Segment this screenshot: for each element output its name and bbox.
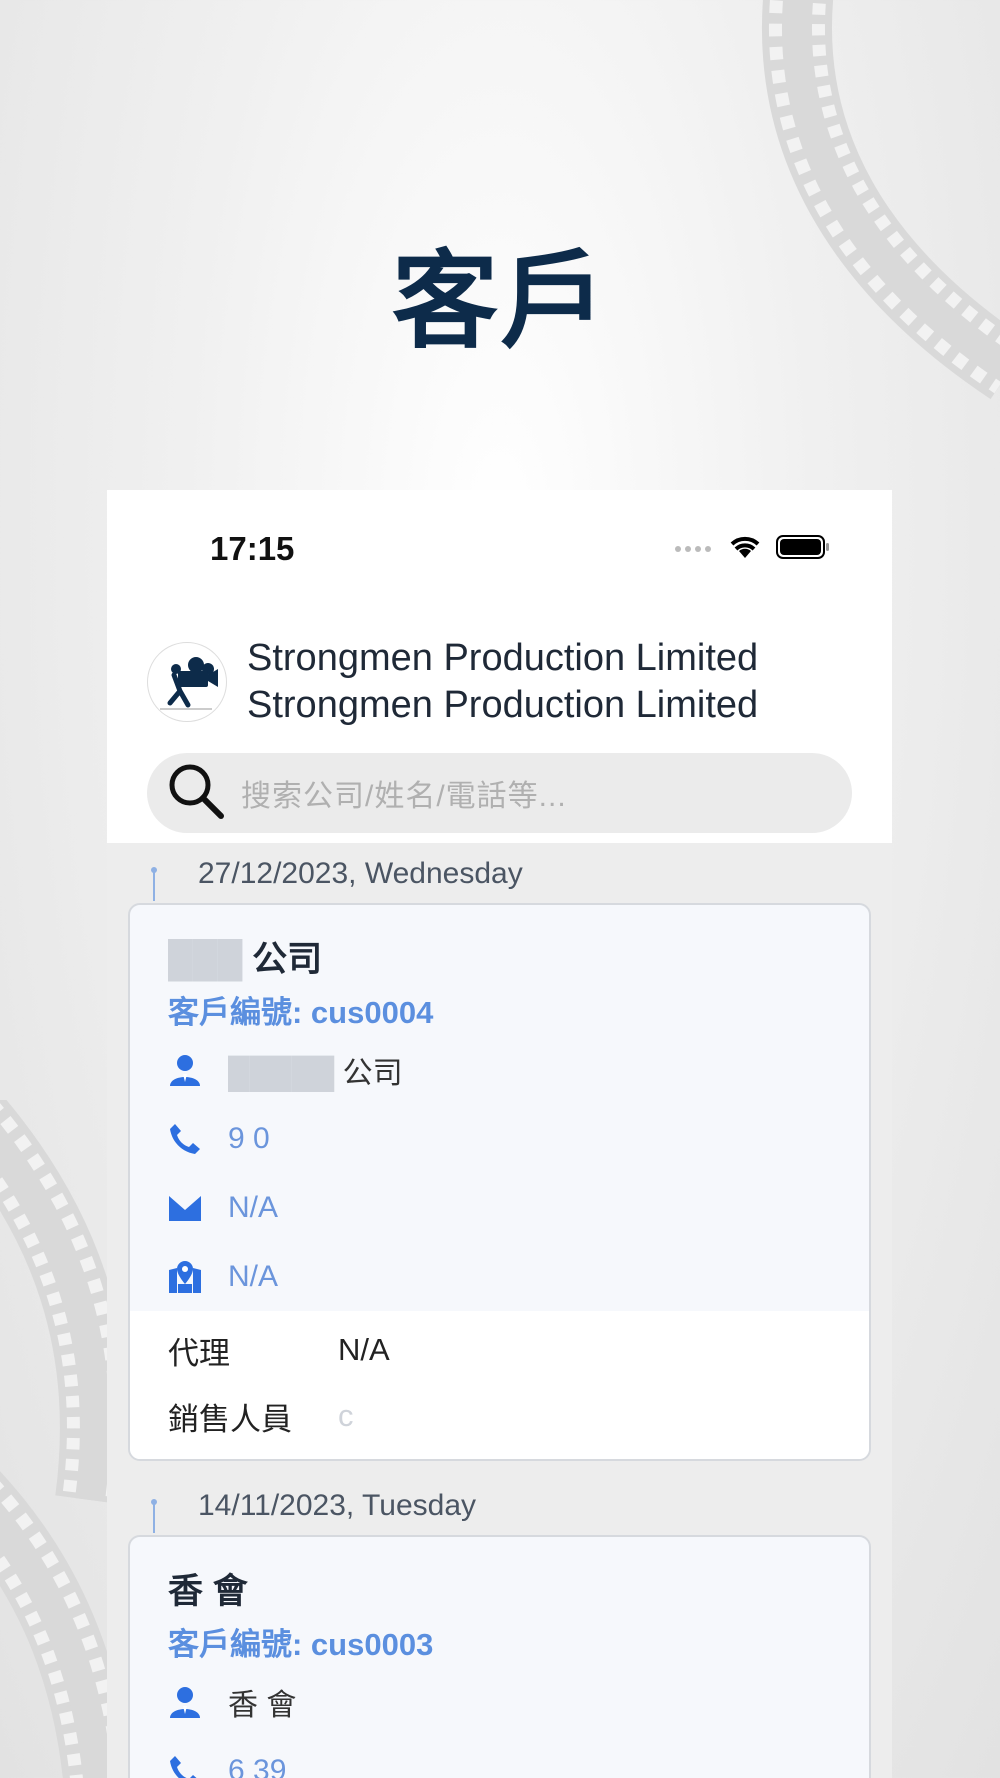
agent-value: N/A bbox=[338, 1332, 390, 1367]
mail-icon bbox=[168, 1191, 202, 1225]
person-icon bbox=[168, 1053, 202, 1087]
customer-card[interactable]: 香 會 客戶編號: cus0003 香 會 6 39 bbox=[128, 1535, 871, 1778]
person-icon bbox=[168, 1685, 202, 1719]
phone-icon bbox=[168, 1754, 202, 1778]
sales-value: c bbox=[338, 1398, 354, 1433]
film-strip-decoration-bottom-left bbox=[0, 1100, 120, 1778]
email-value[interactable]: N/A bbox=[228, 1191, 278, 1225]
status-bar-icons bbox=[674, 534, 830, 565]
wifi-icon bbox=[728, 534, 762, 565]
phone-number[interactable]: 6 39 bbox=[228, 1754, 286, 1778]
phone-number[interactable]: 9 0 bbox=[228, 1122, 270, 1156]
date-header: 27/12/2023, Wednesday bbox=[107, 843, 892, 903]
address-value[interactable]: N/A bbox=[228, 1260, 278, 1294]
phone-icon bbox=[168, 1122, 202, 1156]
status-bar-time: 17:15 bbox=[210, 530, 295, 567]
signal-icon bbox=[674, 541, 714, 559]
app-header: 17:15 Strongmen Production Limited Stron… bbox=[107, 490, 892, 843]
contact-row: █████ 公司 bbox=[168, 1035, 869, 1104]
map-pin-icon bbox=[168, 1260, 202, 1294]
phone-row[interactable]: 9 0 bbox=[168, 1104, 869, 1173]
sales-label: 銷售人員 bbox=[168, 1401, 292, 1437]
phone-screenshot: 17:15 Strongmen Production Limited Stron… bbox=[107, 490, 892, 1778]
company-logo-avatar[interactable] bbox=[147, 642, 227, 722]
agent-label: 代理 bbox=[168, 1335, 230, 1371]
page-title: 客戶 bbox=[392, 240, 608, 363]
email-row[interactable]: N/A bbox=[168, 1173, 869, 1242]
customer-id: 客戶編號: cus0004 bbox=[168, 995, 434, 1030]
company-name-secondary: Strongmen Production Limited bbox=[247, 684, 759, 726]
customer-card[interactable]: ███ 公司 客戶編號: cus0004 █████ 公司 9 0 N/A N/… bbox=[128, 903, 871, 1461]
camera-man-logo-icon bbox=[160, 657, 218, 710]
search-input-placeholder[interactable]: 搜索公司/姓名/電話等... bbox=[241, 771, 567, 815]
date-header: 14/11/2023, Tuesday bbox=[107, 1475, 892, 1535]
contact-name: 香 會 bbox=[228, 1688, 297, 1722]
customer-name: 香 會 bbox=[168, 1572, 248, 1611]
date-label: 14/11/2023, Tuesday bbox=[198, 1489, 476, 1522]
agent-row: 代理 N/A bbox=[168, 1317, 869, 1383]
phone-row[interactable]: 6 39 bbox=[168, 1736, 869, 1778]
battery-icon bbox=[776, 534, 830, 565]
timeline-line bbox=[153, 1503, 155, 1533]
search-bar[interactable]: 搜索公司/姓名/電話等... bbox=[147, 753, 852, 833]
customer-id: 客戶編號: cus0003 bbox=[168, 1627, 434, 1662]
address-row[interactable]: N/A bbox=[168, 1242, 869, 1311]
contact-name: █████ 公司 bbox=[228, 1056, 403, 1090]
date-label: 27/12/2023, Wednesday bbox=[198, 857, 523, 890]
company-header: Strongmen Production Limited Strongmen P… bbox=[147, 635, 758, 729]
contact-row: 香 會 bbox=[168, 1667, 869, 1736]
company-name-primary: Strongmen Production Limited bbox=[247, 637, 759, 679]
timeline-line bbox=[153, 871, 155, 901]
customer-name: ███ 公司 bbox=[168, 940, 323, 979]
sales-row: 銷售人員 c bbox=[168, 1383, 869, 1449]
search-icon bbox=[165, 760, 227, 827]
